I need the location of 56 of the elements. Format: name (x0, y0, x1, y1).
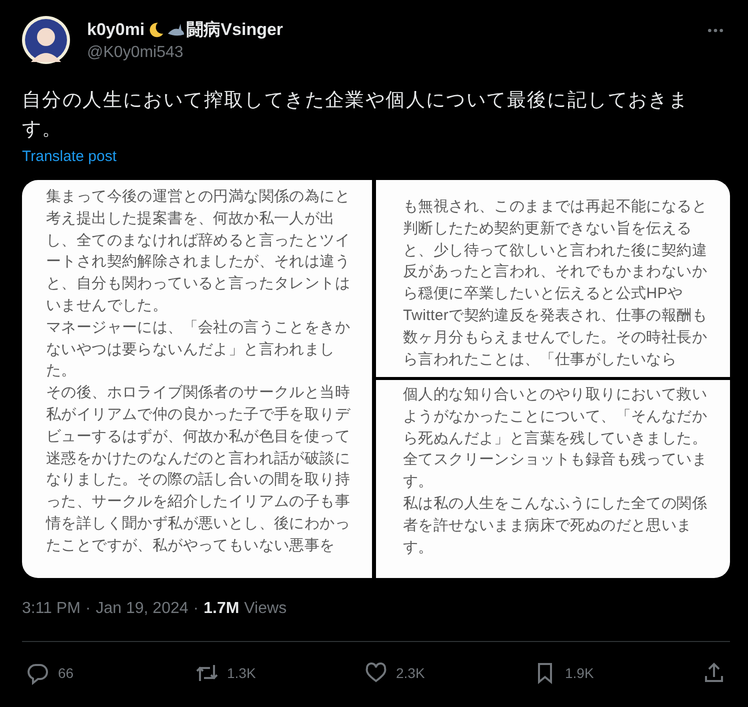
document-image[interactable]: も無視され、このままでは再起不能になると 判断したため契約更新できない旨を伝える と、少し待って欲しいと言われた後に契約違 反があったと言われ、それでもかまわないか ら穏便に卒業したいと伝えると公式HPや Twitterで契約違反を発表され、仕事の報酬も 数ヶ月分もらえませんでした。その時社長か ら言われたことは、「仕事がしたいなら (376, 180, 730, 377)
display-name[interactable]: k0y0mi (87, 20, 145, 40)
document-text-line: 情を詳しく聞かず私が悪いとし、後にわかっ (46, 514, 350, 534)
document-text-line: た。 (46, 361, 76, 382)
document-text-line: その後、ホロライブ関係者のサークルと当時 (46, 383, 350, 404)
document-image[interactable] (22, 180, 372, 578)
document-text-line: 判断したため契約更新できない旨を伝える (403, 218, 692, 239)
user-handle[interactable]: @K0y0mi543 (87, 44, 690, 62)
translate-link[interactable]: Translate post (22, 148, 116, 165)
post-date[interactable]: Jan 19, 2024 (96, 600, 188, 618)
document-text-line: ようがなかったことについて、「そんなだか (403, 406, 707, 427)
document-text-line: たことですが、私がやってもいない悪事を (46, 536, 335, 556)
document-text-line: 私は私の人生をこんなふうにした全ての関係 (403, 494, 707, 514)
views-count: 1.7M (204, 600, 240, 618)
document-text-line: ら言われたことは、「仕事がしたいなら (403, 350, 677, 370)
document-text-line: し、全てのまなければ辞めると言ったとツイ (46, 230, 350, 251)
document-text-line: 全てスクリーンショットも録音も残っていま (403, 450, 707, 470)
document-text-line: 者を許せないまま病床で死ぬのだと思いま (403, 516, 692, 536)
share-icon[interactable] (702, 661, 726, 685)
document-text-line: と、自分も関わっていると言ったタレントは (46, 274, 350, 294)
document-text-line: った、サークルを紹介したイリアムの子も事 (46, 492, 350, 512)
action-count: 1.3K (227, 665, 256, 681)
document-text-line: す。 (403, 472, 434, 492)
document-text-line: 考え提出した提案書を、何故か私一人が出 (46, 208, 335, 229)
more-icon[interactable] (707, 28, 724, 33)
action-count: 2.3K (396, 665, 425, 681)
views-label: Views (244, 600, 287, 618)
document-text-line: ないやつは要らないんだよ」と言われまし (46, 340, 335, 360)
separator-dot: · (193, 600, 199, 618)
document-text-line: 数ヶ月分もらえませんでした。その時社長か (403, 328, 707, 348)
document-text-line: いませんでした。 (46, 296, 168, 316)
document-image[interactable]: 個人的な知り合いとのやり取りにおいて救い ようがなかったことについて、「そんなだか ら死ぬんだよ」と言葉を残していきました。 全てスクリーンショットも録音も残っていま す。 私は私の人生をこんなふうにした全ての関係 者を許せないまま病床で死ぬのだと思いま す。 (376, 380, 730, 578)
document-text-line: Twitterで契約違反を発表され、仕事の報酬も (403, 306, 707, 326)
document-text-line: マネージャーには、「会社の言うことをきか (46, 318, 350, 338)
reply-icon[interactable] (26, 661, 50, 685)
separator-dot: · (85, 600, 91, 618)
document-text-line: ビューするはずが、何故か私が色目を使って (46, 426, 350, 447)
document-text-line: 反があったと言われ、それでもかまわないか (403, 262, 707, 282)
document-text-line: も無視され、このままでは再起不能になると (403, 197, 707, 217)
post-text: 自分の人生において搾取してきた企業や個人について最後に記しておきます。 (22, 89, 690, 142)
document-text-line: ら穏便に卒業したいと伝えると公式HPや (403, 284, 683, 304)
action-count: 1.9K (565, 665, 594, 681)
document-text-line: 集まって今後の運営との円満な関係の為にと (46, 187, 350, 207)
document-text-line: す。 (403, 538, 434, 558)
avatar[interactable] (22, 16, 70, 64)
document-text-line: なりました。その際の話し合いの間を取り持 (46, 470, 350, 490)
document-text-line: ートされ契約解除されましたが、それは違う (46, 252, 350, 272)
display-name-suffix[interactable]: 闘病Vsinger (186, 18, 284, 41)
document-text-line: と、少し待って欲しいと言われた後に契約違 (403, 240, 707, 261)
document-text-line: 迷惑をかけたのなんだのと言われ話が破談に (46, 448, 350, 469)
action-count: 66 (58, 665, 74, 681)
like-icon[interactable] (364, 661, 388, 685)
document-text-line: ら死ぬんだよ」と言葉を残していきました。 (403, 428, 707, 449)
document-text-line: 私がイリアムで仲の良かった子で手を取りデ (46, 404, 350, 425)
post-time[interactable]: 3:11 PM (22, 600, 80, 618)
document-text-line: 個人的な知り合いとのやり取りにおいて救い (403, 385, 707, 405)
